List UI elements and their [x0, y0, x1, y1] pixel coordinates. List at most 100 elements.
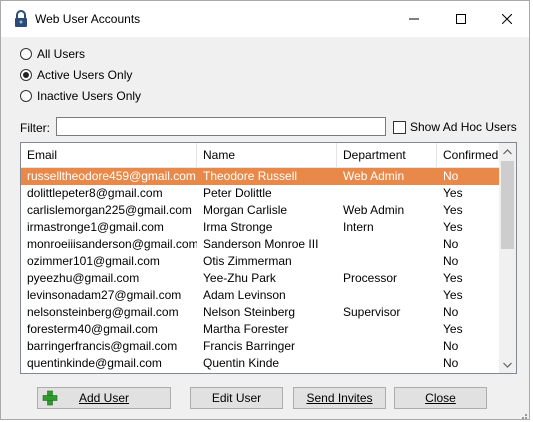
filter-label: Filter:: [20, 121, 50, 135]
cell-email: pyeezhu@gmail.com: [27, 271, 140, 285]
table-row[interactable]: quentinkinde@gmail.com Quentin Kinde No: [21, 355, 499, 372]
column-header-name[interactable]: Name: [197, 143, 337, 167]
add-user-button[interactable]: Add User: [37, 387, 171, 409]
cell-confirmed: Yes: [443, 186, 463, 200]
table-row[interactable]: irmastronge1@gmail.com Irma Stronge Intern…: [21, 219, 499, 236]
table-row[interactable]: pyeezhu@gmail.com Yee-Zhu Park Processor Ye…: [21, 270, 499, 287]
cell-department: [337, 185, 437, 202]
cell-department: [337, 338, 437, 355]
radio-button[interactable]: [20, 90, 32, 102]
table-row[interactable]: foresterm40@gmail.com Martha Forester Yes: [21, 321, 499, 338]
cell-confirmed: Yes: [443, 271, 463, 285]
radio-all-users[interactable]: All Users: [20, 47, 85, 61]
table-row[interactable]: nelsonsteinberg@gmail.com Nelson Steinber…: [21, 304, 499, 321]
vertical-scrollbar[interactable]: [499, 143, 516, 373]
cell-department: [337, 321, 437, 338]
cell-email: foresterm40@gmail.com: [27, 322, 158, 336]
cell-email: ozimmer101@gmail.com: [27, 254, 160, 268]
cell-confirmed: No: [443, 305, 459, 319]
close-icon: [502, 14, 512, 24]
table-row[interactable]: barringerfrancis@gmail.com Francis Barrin…: [21, 338, 499, 355]
cell-confirmed: Yes: [443, 220, 463, 234]
cell-email: nelsonsteinberg@gmail.com: [27, 305, 179, 319]
cell-name: Sanderson Monroe III: [203, 237, 319, 251]
radio-label: Active Users Only: [37, 68, 133, 82]
edit-user-button[interactable]: Edit User: [190, 387, 283, 409]
send-invites-button[interactable]: Send Invites: [293, 387, 386, 409]
cell-email: russelltheodore459@gmail.com: [27, 169, 196, 183]
close-button[interactable]: Close: [394, 387, 487, 409]
table-row[interactable]: dolittlepeter8@gmail.com Peter Dolittle Ye…: [21, 185, 499, 202]
minimize-icon: [409, 18, 419, 20]
cell-confirmed: No: [443, 254, 459, 268]
close-window-button[interactable]: [484, 1, 530, 37]
cell-confirmed: No: [443, 237, 459, 251]
web-user-accounts-window: Web User Accounts All Users Active Users…: [0, 0, 530, 420]
checkbox[interactable]: [393, 120, 406, 134]
cell-email: levinsonadam27@gmail.com: [27, 288, 182, 302]
cell-email: monroeiiisanderson@gmail.com: [27, 237, 197, 251]
cell-email: carlislemorgan225@gmail.com: [27, 203, 192, 217]
column-header-department[interactable]: Department: [337, 143, 437, 167]
cell-name: Otis Zimmerman: [203, 254, 292, 268]
cell-email: barringerfrancis@gmail.com: [27, 339, 178, 353]
table-row[interactable]: levinsonadam27@gmail.com Adam Levinson Yes: [21, 287, 499, 304]
list-header: Email Name Department Confirmed: [21, 143, 499, 168]
maximize-icon: [456, 14, 466, 24]
plus-icon: [42, 390, 58, 406]
cell-department: Supervisor: [343, 305, 401, 319]
radio-button[interactable]: [20, 69, 32, 81]
cell-name: Quentin Kinde: [203, 356, 280, 370]
table-row[interactable]: monroeiiisanderson@gmail.com Sanderson Mo…: [21, 236, 499, 253]
cell-department: [337, 253, 437, 270]
cell-department: Web Admin: [343, 203, 405, 217]
edit-user-label: Edit User: [211, 391, 262, 405]
maximize-button[interactable]: [438, 1, 484, 37]
cell-department: [337, 355, 437, 372]
radio-label: All Users: [37, 47, 86, 61]
send-invites-label: Send Invites: [306, 391, 373, 405]
cell-confirmed: Yes: [443, 322, 463, 336]
cell-email: quentinkinde@gmail.com: [27, 356, 162, 370]
cell-department: [337, 287, 437, 304]
chevron-down-icon: [503, 362, 512, 368]
cell-name: Irma Stronge: [203, 220, 273, 234]
table-row[interactable]: ozimmer101@gmail.com Otis Zimmerman No: [21, 253, 499, 270]
radio-active-users[interactable]: Active Users Only: [20, 68, 132, 82]
cell-name: Peter Dolittle: [203, 186, 272, 200]
cell-confirmed: No: [443, 339, 459, 353]
scroll-thumb[interactable]: [501, 161, 514, 249]
minimize-button[interactable]: [391, 1, 437, 37]
chevron-up-icon: [503, 148, 512, 154]
show-adhoc-users-checkbox[interactable]: Show Ad Hoc Users: [393, 120, 517, 134]
radio-label: Inactive Users Only: [37, 89, 142, 103]
column-header-confirmed[interactable]: Confirmed: [437, 143, 499, 167]
cell-email: dolittlepeter8@gmail.com: [27, 186, 163, 200]
users-list[interactable]: Email Name Department Confirmed russellt…: [20, 142, 517, 374]
show-adhoc-users-label: Show Ad Hoc Users: [410, 120, 517, 134]
filter-input[interactable]: [56, 117, 386, 136]
cell-department: [337, 236, 437, 253]
cell-confirmed: Yes: [443, 288, 463, 302]
cell-confirmed: No: [443, 356, 459, 370]
radio-button[interactable]: [20, 48, 32, 60]
lock-icon: [15, 10, 27, 27]
resize-grip-icon[interactable]: [519, 411, 527, 419]
table-row[interactable]: russelltheodore459@gmail.com Theodore Rus…: [21, 168, 499, 185]
cell-email: irmastronge1@gmail.com: [27, 220, 164, 234]
cell-name: Morgan Carlisle: [203, 203, 288, 217]
window-title: Web User Accounts: [35, 12, 141, 26]
cell-department: Intern: [343, 220, 374, 234]
table-row[interactable]: carlislemorgan225@gmail.com Morgan Carlis…: [21, 202, 499, 219]
cell-name: Martha Forester: [203, 322, 289, 336]
title-bar: Web User Accounts: [1, 1, 529, 37]
column-header-email[interactable]: Email: [21, 143, 197, 167]
cell-name: Adam Levinson: [203, 288, 286, 302]
radio-inactive-users[interactable]: Inactive Users Only: [20, 89, 141, 103]
cell-name: Nelson Steinberg: [203, 305, 296, 319]
cell-confirmed: Yes: [443, 203, 463, 217]
cell-confirmed: No: [443, 169, 459, 183]
scroll-up-button[interactable]: [499, 143, 516, 160]
scroll-down-button[interactable]: [499, 356, 516, 373]
cell-name: Yee-Zhu Park: [203, 271, 276, 285]
